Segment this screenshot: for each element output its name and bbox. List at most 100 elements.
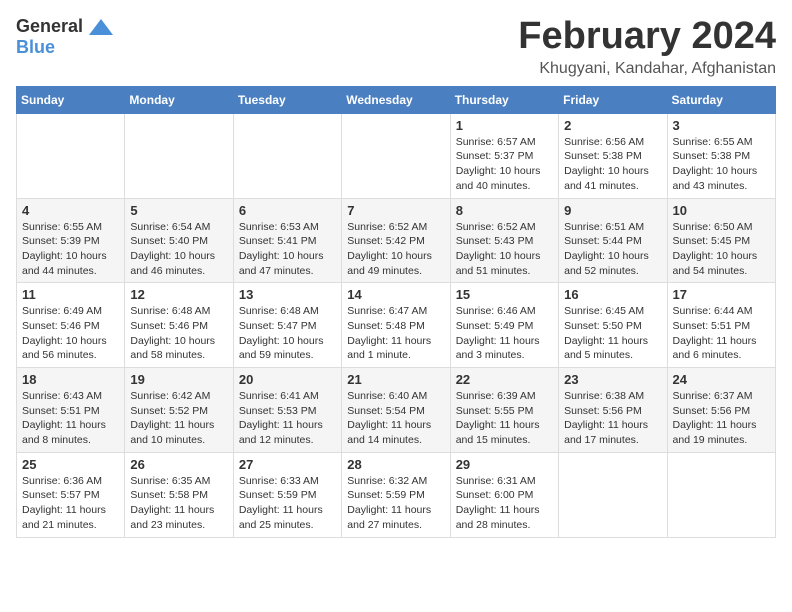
day-info: Sunrise: 6:32 AM Sunset: 5:59 PM Dayligh… [347, 474, 444, 533]
calendar-cell: 16 Sunrise: 6:45 AM Sunset: 5:50 PM Dayli… [559, 283, 667, 368]
day-info: Sunrise: 6:33 AM Sunset: 5:59 PM Dayligh… [239, 474, 336, 533]
weekday-header-wednesday: Wednesday [342, 86, 450, 113]
day-info: Sunrise: 6:49 AM Sunset: 5:46 PM Dayligh… [22, 304, 119, 363]
calendar-cell: 4 Sunrise: 6:55 AM Sunset: 5:39 PM Daylig… [17, 198, 125, 283]
calendar-cell: 18 Sunrise: 6:43 AM Sunset: 5:51 PM Dayli… [17, 368, 125, 453]
weekday-header-thursday: Thursday [450, 86, 558, 113]
weekday-header-saturday: Saturday [667, 86, 775, 113]
calendar-cell: 17Sunrise: 6:44 AM Sunset: 5:51 PM Dayli… [667, 283, 775, 368]
day-number: 22 [456, 372, 553, 387]
day-info: Sunrise: 6:42 AM Sunset: 5:52 PM Dayligh… [130, 389, 227, 448]
day-info: Sunrise: 6:31 AM Sunset: 6:00 PM Dayligh… [456, 474, 553, 533]
day-info: Sunrise: 6:43 AM Sunset: 5:51 PM Dayligh… [22, 389, 119, 448]
calendar-cell [17, 113, 125, 198]
calendar-cell: 8 Sunrise: 6:52 AM Sunset: 5:43 PM Daylig… [450, 198, 558, 283]
day-info: Sunrise: 6:36 AM Sunset: 5:57 PM Dayligh… [22, 474, 119, 533]
calendar-week-row: 18 Sunrise: 6:43 AM Sunset: 5:51 PM Dayli… [17, 368, 776, 453]
calendar-cell: 26Sunrise: 6:35 AM Sunset: 5:58 PM Dayli… [125, 452, 233, 537]
calendar-cell: 23 Sunrise: 6:38 AM Sunset: 5:56 PM Dayli… [559, 368, 667, 453]
calendar-table: SundayMondayTuesdayWednesdayThursdayFrid… [16, 86, 776, 538]
day-info: Sunrise: 6:40 AM Sunset: 5:54 PM Dayligh… [347, 389, 444, 448]
calendar-cell [125, 113, 233, 198]
calendar-cell: 3 Sunrise: 6:55 AM Sunset: 5:38 PM Daylig… [667, 113, 775, 198]
calendar-cell: 15 Sunrise: 6:46 AM Sunset: 5:49 PM Dayli… [450, 283, 558, 368]
weekday-header-tuesday: Tuesday [233, 86, 341, 113]
calendar-cell: 9 Sunrise: 6:51 AM Sunset: 5:44 PM Daylig… [559, 198, 667, 283]
day-number: 12 [130, 287, 227, 302]
day-number: 9 [564, 203, 661, 218]
day-number: 10 [673, 203, 770, 218]
day-number: 15 [456, 287, 553, 302]
calendar-cell: 6 Sunrise: 6:53 AM Sunset: 5:41 PM Daylig… [233, 198, 341, 283]
day-info: Sunrise: 6:51 AM Sunset: 5:44 PM Dayligh… [564, 220, 661, 279]
day-info: Sunrise: 6:44 AM Sunset: 5:51 PM Dayligh… [673, 304, 770, 363]
day-number: 13 [239, 287, 336, 302]
logo-icon [87, 17, 115, 37]
title-section: February 2024 Khugyani, Kandahar, Afghan… [518, 16, 776, 78]
day-info: Sunrise: 6:52 AM Sunset: 5:43 PM Dayligh… [456, 220, 553, 279]
logo: General Blue [16, 16, 115, 58]
day-info: Sunrise: 6:56 AM Sunset: 5:38 PM Dayligh… [564, 135, 661, 194]
calendar-cell: 5 Sunrise: 6:54 AM Sunset: 5:40 PM Daylig… [125, 198, 233, 283]
day-info: Sunrise: 6:54 AM Sunset: 5:40 PM Dayligh… [130, 220, 227, 279]
calendar-cell: 29 Sunrise: 6:31 AM Sunset: 6:00 PM Dayli… [450, 452, 558, 537]
day-info: Sunrise: 6:52 AM Sunset: 5:42 PM Dayligh… [347, 220, 444, 279]
logo-general-text: General [16, 16, 83, 37]
day-info: Sunrise: 6:45 AM Sunset: 5:50 PM Dayligh… [564, 304, 661, 363]
day-info: Sunrise: 6:39 AM Sunset: 5:55 PM Dayligh… [456, 389, 553, 448]
day-number: 29 [456, 457, 553, 472]
day-info: Sunrise: 6:50 AM Sunset: 5:45 PM Dayligh… [673, 220, 770, 279]
day-number: 25 [22, 457, 119, 472]
weekday-header-sunday: Sunday [17, 86, 125, 113]
calendar-week-row: 1 Sunrise: 6:57 AM Sunset: 5:37 PM Daylig… [17, 113, 776, 198]
day-number: 3 [673, 118, 770, 133]
day-number: 19 [130, 372, 227, 387]
day-number: 14 [347, 287, 444, 302]
calendar-cell: 27 Sunrise: 6:33 AM Sunset: 5:59 PM Dayli… [233, 452, 341, 537]
day-number: 8 [456, 203, 553, 218]
day-number: 20 [239, 372, 336, 387]
day-info: Sunrise: 6:47 AM Sunset: 5:48 PM Dayligh… [347, 304, 444, 363]
day-info: Sunrise: 6:48 AM Sunset: 5:46 PM Dayligh… [130, 304, 227, 363]
calendar-cell: 10 Sunrise: 6:50 AM Sunset: 5:45 PM Dayli… [667, 198, 775, 283]
day-info: Sunrise: 6:55 AM Sunset: 5:39 PM Dayligh… [22, 220, 119, 279]
calendar-cell: 24 Sunrise: 6:37 AM Sunset: 5:56 PM Dayli… [667, 368, 775, 453]
location-title: Khugyani, Kandahar, Afghanistan [518, 60, 776, 78]
calendar-cell: 11 Sunrise: 6:49 AM Sunset: 5:46 PM Dayli… [17, 283, 125, 368]
day-info: Sunrise: 6:38 AM Sunset: 5:56 PM Dayligh… [564, 389, 661, 448]
day-number: 23 [564, 372, 661, 387]
day-number: 5 [130, 203, 227, 218]
day-number: 6 [239, 203, 336, 218]
day-info: Sunrise: 6:48 AM Sunset: 5:47 PM Dayligh… [239, 304, 336, 363]
day-info: Sunrise: 6:53 AM Sunset: 5:41 PM Dayligh… [239, 220, 336, 279]
weekday-header-monday: Monday [125, 86, 233, 113]
day-number: 24 [673, 372, 770, 387]
calendar-week-row: 4 Sunrise: 6:55 AM Sunset: 5:39 PM Daylig… [17, 198, 776, 283]
day-info: Sunrise: 6:55 AM Sunset: 5:38 PM Dayligh… [673, 135, 770, 194]
day-number: 18 [22, 372, 119, 387]
day-number: 16 [564, 287, 661, 302]
calendar-cell: 19 Sunrise: 6:42 AM Sunset: 5:52 PM Dayli… [125, 368, 233, 453]
calendar-cell [342, 113, 450, 198]
day-number: 2 [564, 118, 661, 133]
logo-blue-text: Blue [16, 37, 55, 58]
day-number: 21 [347, 372, 444, 387]
calendar-week-row: 25 Sunrise: 6:36 AM Sunset: 5:57 PM Dayli… [17, 452, 776, 537]
day-number: 7 [347, 203, 444, 218]
calendar-cell [667, 452, 775, 537]
day-number: 4 [22, 203, 119, 218]
day-info: Sunrise: 6:37 AM Sunset: 5:56 PM Dayligh… [673, 389, 770, 448]
calendar-cell: 13 Sunrise: 6:48 AM Sunset: 5:47 PM Dayli… [233, 283, 341, 368]
month-title: February 2024 [518, 16, 776, 58]
day-number: 1 [456, 118, 553, 133]
calendar-cell: 21 Sunrise: 6:40 AM Sunset: 5:54 PM Dayli… [342, 368, 450, 453]
calendar-cell: 7 Sunrise: 6:52 AM Sunset: 5:42 PM Daylig… [342, 198, 450, 283]
calendar-cell: 22 Sunrise: 6:39 AM Sunset: 5:55 PM Dayli… [450, 368, 558, 453]
calendar-cell: 1 Sunrise: 6:57 AM Sunset: 5:37 PM Daylig… [450, 113, 558, 198]
day-number: 27 [239, 457, 336, 472]
day-info: Sunrise: 6:57 AM Sunset: 5:37 PM Dayligh… [456, 135, 553, 194]
day-info: Sunrise: 6:46 AM Sunset: 5:49 PM Dayligh… [456, 304, 553, 363]
day-number: 11 [22, 287, 119, 302]
day-info: Sunrise: 6:35 AM Sunset: 5:58 PM Dayligh… [130, 474, 227, 533]
calendar-cell: 2 Sunrise: 6:56 AM Sunset: 5:38 PM Daylig… [559, 113, 667, 198]
